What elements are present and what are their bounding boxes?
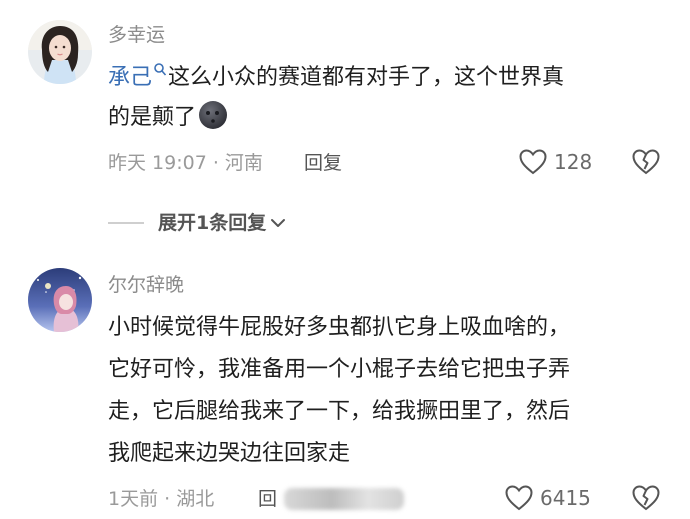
- chevron-down-icon: [271, 219, 286, 227]
- comment-meta: 1天前 · 湖北: [108, 486, 214, 512]
- broken-heart-icon[interactable]: [631, 148, 661, 176]
- avatar[interactable]: [28, 20, 92, 84]
- comment-location: 湖北: [176, 488, 215, 510]
- reply-button[interactable]: 回: [258, 486, 277, 512]
- expand-replies-label: 展开1条回复: [158, 212, 267, 234]
- comment-time: 1天前: [108, 488, 159, 510]
- comment-username[interactable]: 多幸运: [108, 22, 165, 48]
- blurred-watermark: [284, 488, 404, 510]
- comment-text-line: 走，它后腿给我来了一下，给我撅田里了，然后: [108, 399, 571, 424]
- comment-text-line: 小时候觉得牛屁股好多虫都扒它身上吸血啥的，: [108, 315, 571, 340]
- comment-body-line2: 的是颠了: [108, 100, 228, 136]
- comment-time: 昨天 19:07: [108, 152, 207, 174]
- like-count: 128: [554, 150, 593, 174]
- heart-icon: [519, 149, 547, 175]
- broken-heart-icon[interactable]: [631, 484, 661, 512]
- meta-separator: ·: [158, 488, 177, 510]
- heart-icon: [505, 485, 533, 511]
- comment-body: 承己 这么小众的赛道都有对手了，这个世界真: [108, 60, 564, 96]
- new-moon-face-emoji-icon: [199, 101, 228, 129]
- comment-text-line: 它好可怜，我准备用一个小棍子去给它把虫子弄: [108, 357, 571, 382]
- comment-location: 河南: [224, 152, 263, 174]
- comment-text-line: 我爬起来边哭边往回家走: [108, 441, 351, 466]
- comment-text-line: 这么小众的赛道都有对手了，这个世界真: [168, 65, 565, 90]
- avatar[interactable]: [28, 268, 92, 332]
- like-count: 6415: [540, 486, 591, 510]
- search-icon: [154, 63, 167, 76]
- like-button[interactable]: 6415: [504, 484, 591, 512]
- expand-replies-button[interactable]: 展开1条回复: [108, 210, 286, 236]
- like-button[interactable]: 128: [518, 148, 592, 176]
- mention-link[interactable]: 承己: [108, 65, 152, 90]
- avatar-image: [28, 268, 92, 332]
- meta-separator: ·: [206, 152, 225, 174]
- comment-meta: 昨天 19:07 · 河南: [108, 150, 263, 176]
- comment-text-line: 的是颠了: [108, 105, 197, 130]
- reply-button[interactable]: 回复: [304, 150, 342, 176]
- divider: [108, 222, 144, 224]
- avatar-image: [28, 20, 92, 84]
- comment-username[interactable]: 尔尔辞晚: [108, 272, 184, 298]
